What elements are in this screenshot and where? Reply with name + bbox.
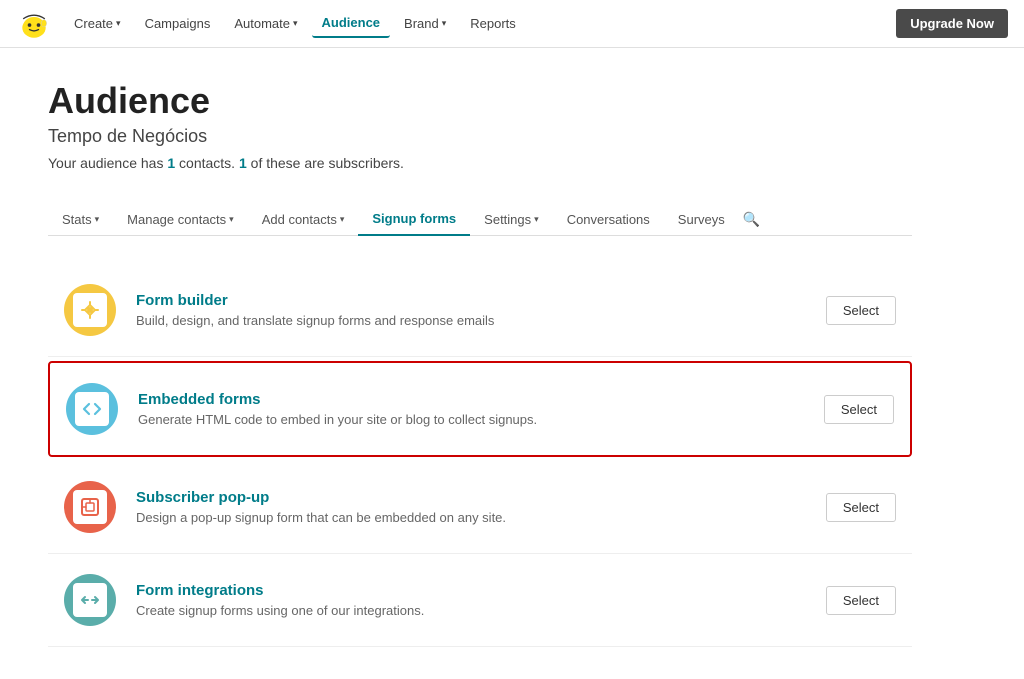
embedded-forms-icon-inner [75, 392, 109, 426]
embedded-forms-details: Embedded forms Generate HTML code to emb… [138, 391, 804, 427]
nav-item-automate[interactable]: Automate ▾ [224, 10, 307, 37]
subnav-item-manage-contacts[interactable]: Manage contacts ▾ [113, 204, 248, 235]
form-builder-item: Form builder Build, design, and translat… [48, 264, 912, 357]
form-integrations-icon [64, 574, 116, 626]
chevron-down-icon: ▾ [116, 18, 121, 29]
top-navbar: Create ▾ Campaigns Automate ▾ Audience B… [0, 0, 1024, 48]
upgrade-now-button[interactable]: Upgrade Now [896, 9, 1008, 38]
form-integrations-name[interactable]: Form integrations [136, 582, 806, 599]
form-builder-details: Form builder Build, design, and translat… [136, 292, 806, 328]
subnav-item-stats[interactable]: Stats ▾ [48, 204, 113, 235]
info-middle: contacts. [175, 155, 239, 171]
page-title: Audience [48, 80, 912, 122]
chevron-down-icon: ▾ [340, 214, 345, 225]
form-builder-name[interactable]: Form builder [136, 292, 806, 309]
embedded-forms-icon [66, 383, 118, 435]
subnav-item-add-contacts[interactable]: Add contacts ▾ [248, 204, 359, 235]
chevron-down-icon: ▾ [95, 214, 100, 225]
chevron-down-icon: ▾ [442, 18, 447, 29]
nav-menu: Create ▾ Campaigns Automate ▾ Audience B… [64, 9, 896, 38]
subscriber-popup-icon [64, 481, 116, 533]
main-content: Audience Tempo de Negócios Your audience… [0, 48, 960, 679]
subscriber-popup-name[interactable]: Subscriber pop-up [136, 489, 806, 506]
info-suffix: of these are subscribers. [247, 155, 404, 171]
subnav-item-settings[interactable]: Settings ▾ [470, 204, 553, 235]
audience-info: Your audience has 1 contacts. 1 of these… [48, 155, 912, 171]
nav-item-brand[interactable]: Brand ▾ [394, 10, 456, 37]
embedded-forms-description: Generate HTML code to embed in your site… [138, 412, 804, 427]
subnav-item-signup-forms[interactable]: Signup forms [358, 203, 470, 236]
subscriber-popup-select-button[interactable]: Select [826, 493, 896, 522]
mailchimp-logo[interactable] [16, 8, 48, 40]
subnav-item-conversations[interactable]: Conversations [553, 204, 664, 235]
form-builder-icon [64, 284, 116, 336]
form-builder-icon-inner [73, 293, 107, 327]
embedded-forms-name[interactable]: Embedded forms [138, 391, 804, 408]
contacts-count: 1 [167, 155, 175, 171]
form-integrations-details: Form integrations Create signup forms us… [136, 582, 806, 618]
subscriber-popup-details: Subscriber pop-up Design a pop-up signup… [136, 489, 806, 525]
form-integrations-icon-inner [73, 583, 107, 617]
chevron-down-icon: ▾ [293, 18, 298, 29]
subscriber-popup-icon-inner [73, 490, 107, 524]
form-integrations-description: Create signup forms using one of our int… [136, 603, 806, 618]
form-integrations-item: Form integrations Create signup forms us… [48, 554, 912, 647]
nav-item-reports[interactable]: Reports [460, 10, 526, 37]
search-icon[interactable]: 🔍 [743, 211, 760, 228]
chevron-down-icon: ▾ [534, 214, 539, 225]
subscribers-count: 1 [239, 155, 247, 171]
embedded-forms-select-button[interactable]: Select [824, 395, 894, 424]
form-builder-description: Build, design, and translate signup form… [136, 313, 806, 328]
signup-forms-list: Form builder Build, design, and translat… [48, 264, 912, 647]
subscriber-popup-description: Design a pop-up signup form that can be … [136, 510, 806, 525]
subscriber-popup-item: Subscriber pop-up Design a pop-up signup… [48, 461, 912, 554]
nav-item-campaigns[interactable]: Campaigns [135, 10, 221, 37]
audience-name: Tempo de Negócios [48, 126, 912, 147]
chevron-down-icon: ▾ [229, 214, 234, 225]
form-builder-select-button[interactable]: Select [826, 296, 896, 325]
subnav-item-surveys[interactable]: Surveys [664, 204, 739, 235]
info-prefix: Your audience has [48, 155, 167, 171]
form-integrations-select-button[interactable]: Select [826, 586, 896, 615]
nav-item-audience[interactable]: Audience [312, 9, 391, 38]
nav-item-create[interactable]: Create ▾ [64, 10, 131, 37]
embedded-forms-item: Embedded forms Generate HTML code to emb… [48, 361, 912, 457]
sub-navbar: Stats ▾ Manage contacts ▾ Add contacts ▾… [48, 203, 912, 236]
